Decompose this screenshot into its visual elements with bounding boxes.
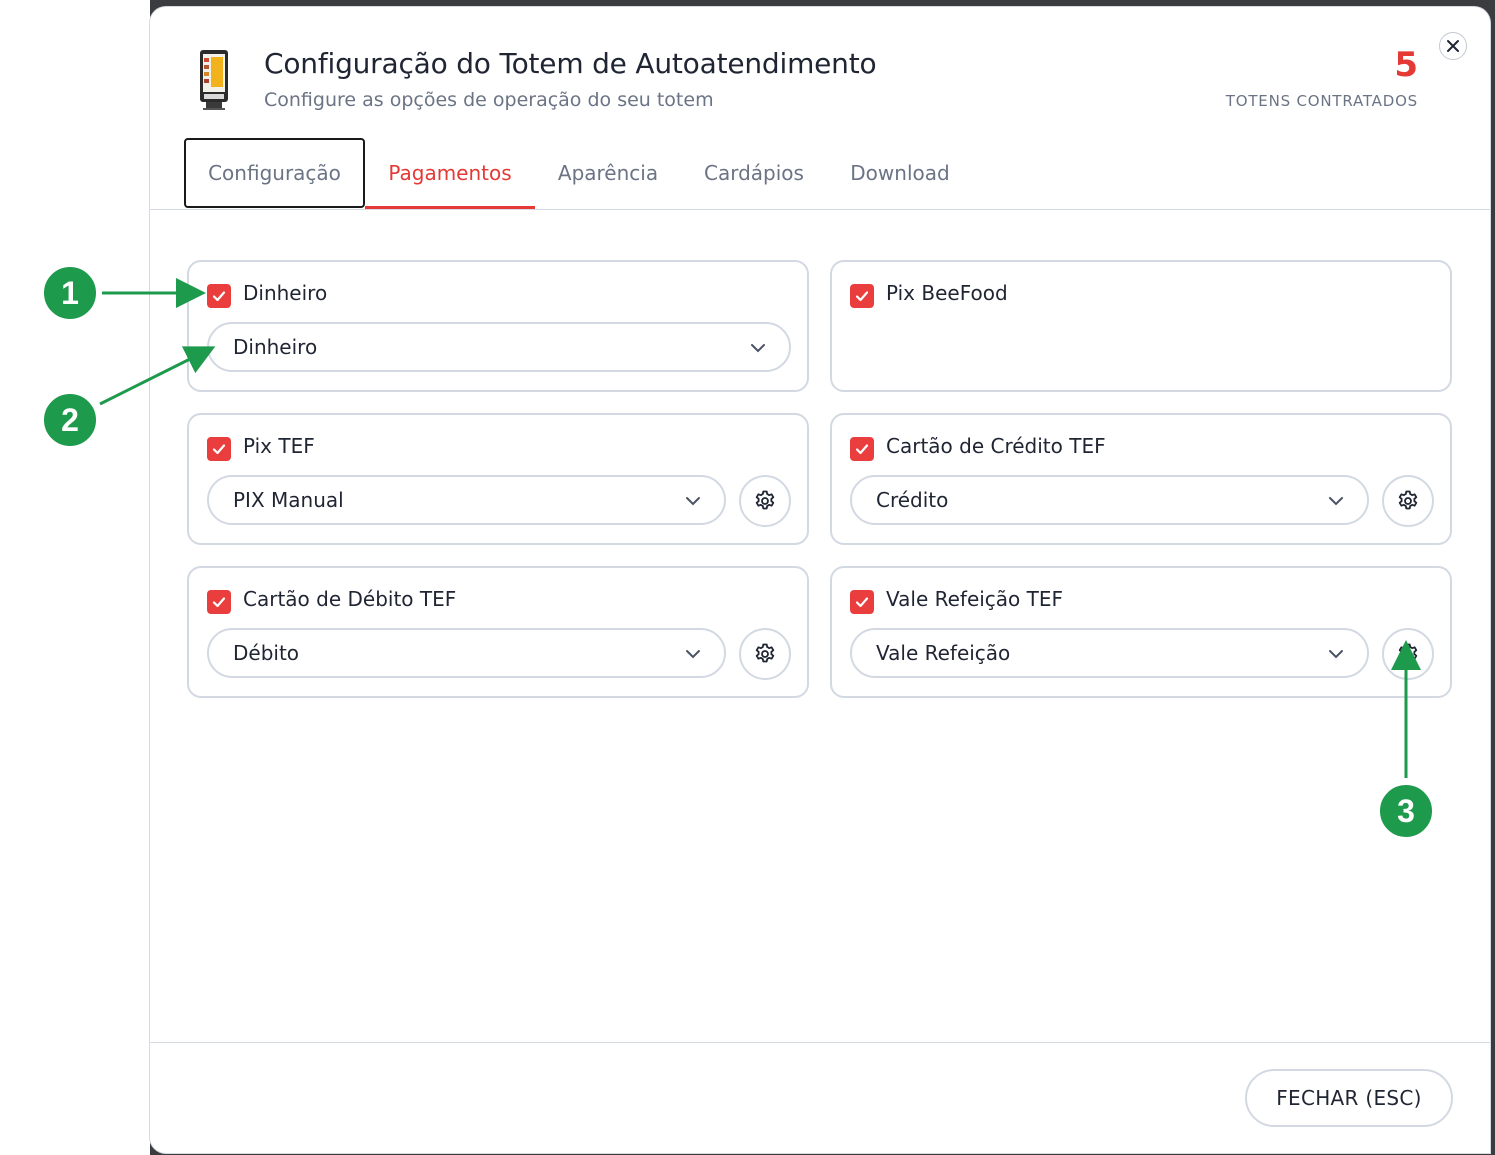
tab-aparencia[interactable]: Aparência <box>548 138 668 208</box>
checkmark-icon <box>212 597 226 608</box>
payment-label: Cartão de Débito TEF <box>243 587 457 611</box>
payment-checkbox[interactable] <box>207 590 231 614</box>
page-title: Configuração do Totem de Autoatendimento <box>264 47 877 80</box>
select-value: PIX Manual <box>233 488 344 512</box>
payment-label: Cartão de Crédito TEF <box>886 434 1106 458</box>
chevron-down-icon <box>1329 497 1343 506</box>
payment-settings-button[interactable] <box>739 475 791 527</box>
annotation-badge-2: 2 <box>42 392 98 448</box>
kiosk-config-modal: Configuração do Totem de Autoatendimento… <box>150 7 1490 1153</box>
checkmark-icon <box>212 444 226 455</box>
tab-configuracao[interactable]: Configuração <box>184 138 365 208</box>
payment-label: Vale Refeição TEF <box>886 587 1064 611</box>
close-icon <box>1447 40 1459 52</box>
payment-label: Pix TEF <box>243 434 315 458</box>
contracted-kiosks-label: TOTENS CONTRATADOS <box>1225 92 1418 110</box>
select-value: Dinheiro <box>233 335 318 359</box>
payment-checkbox[interactable] <box>850 590 874 614</box>
kiosk-icon <box>200 50 228 110</box>
tab-download[interactable]: Download <box>840 138 960 208</box>
payment-card-debito-tef: Cartão de Débito TEF Débito <box>187 566 809 698</box>
payment-settings-button[interactable] <box>1382 475 1434 527</box>
payment-checkbox[interactable] <box>850 437 874 461</box>
payment-card-dinheiro: Dinheiro Dinheiro <box>187 260 809 392</box>
chevron-down-icon <box>686 650 700 659</box>
payment-label: Dinheiro <box>243 281 328 305</box>
annotation-badge-1: 1 <box>42 265 98 321</box>
annotation-badge-3: 3 <box>1378 783 1434 839</box>
close-button[interactable] <box>1439 32 1467 60</box>
payment-method-select[interactable]: Dinheiro <box>207 322 791 372</box>
payment-checkbox[interactable] <box>207 437 231 461</box>
chevron-down-icon <box>751 344 765 353</box>
payment-method-select[interactable]: PIX Manual <box>207 475 726 525</box>
payment-method-select[interactable]: Crédito <box>850 475 1369 525</box>
tab-pagamentos[interactable]: Pagamentos <box>365 138 535 209</box>
select-value: Débito <box>233 641 300 665</box>
payment-method-select[interactable]: Vale Refeição <box>850 628 1369 678</box>
checkmark-icon <box>855 444 869 455</box>
checkmark-icon <box>855 597 869 608</box>
contracted-kiosks-count: 5 <box>1394 45 1418 85</box>
payment-card-credito-tef: Cartão de Crédito TEF Crédito <box>830 413 1452 545</box>
gear-icon <box>1398 643 1418 663</box>
gear-icon <box>1398 490 1418 510</box>
payment-method-select[interactable]: Débito <box>207 628 726 678</box>
close-esc-button[interactable]: FECHAR (ESC) <box>1245 1069 1453 1127</box>
chevron-down-icon <box>686 497 700 506</box>
payment-card-pix-tef: Pix TEF PIX Manual <box>187 413 809 545</box>
checkmark-icon <box>212 291 226 302</box>
payment-checkbox[interactable] <box>850 284 874 308</box>
select-value: Crédito <box>876 488 949 512</box>
gear-icon <box>755 490 775 510</box>
payment-card-pix-beefood: Pix BeeFood <box>830 260 1452 392</box>
tabs-divider <box>150 209 1490 210</box>
payment-card-vale-refeicao-tef: Vale Refeição TEF Vale Refeição <box>830 566 1452 698</box>
payment-settings-button[interactable] <box>739 628 791 680</box>
footer-divider <box>150 1042 1490 1043</box>
checkmark-icon <box>855 291 869 302</box>
payment-label: Pix BeeFood <box>886 281 1008 305</box>
gear-icon <box>755 643 775 663</box>
payment-settings-button[interactable] <box>1382 628 1434 680</box>
page-subtitle: Configure as opções de operação do seu t… <box>264 89 714 111</box>
tab-cardapios[interactable]: Cardápios <box>694 138 814 208</box>
payment-checkbox[interactable] <box>207 284 231 308</box>
select-value: Vale Refeição <box>876 641 1011 665</box>
chevron-down-icon <box>1329 650 1343 659</box>
